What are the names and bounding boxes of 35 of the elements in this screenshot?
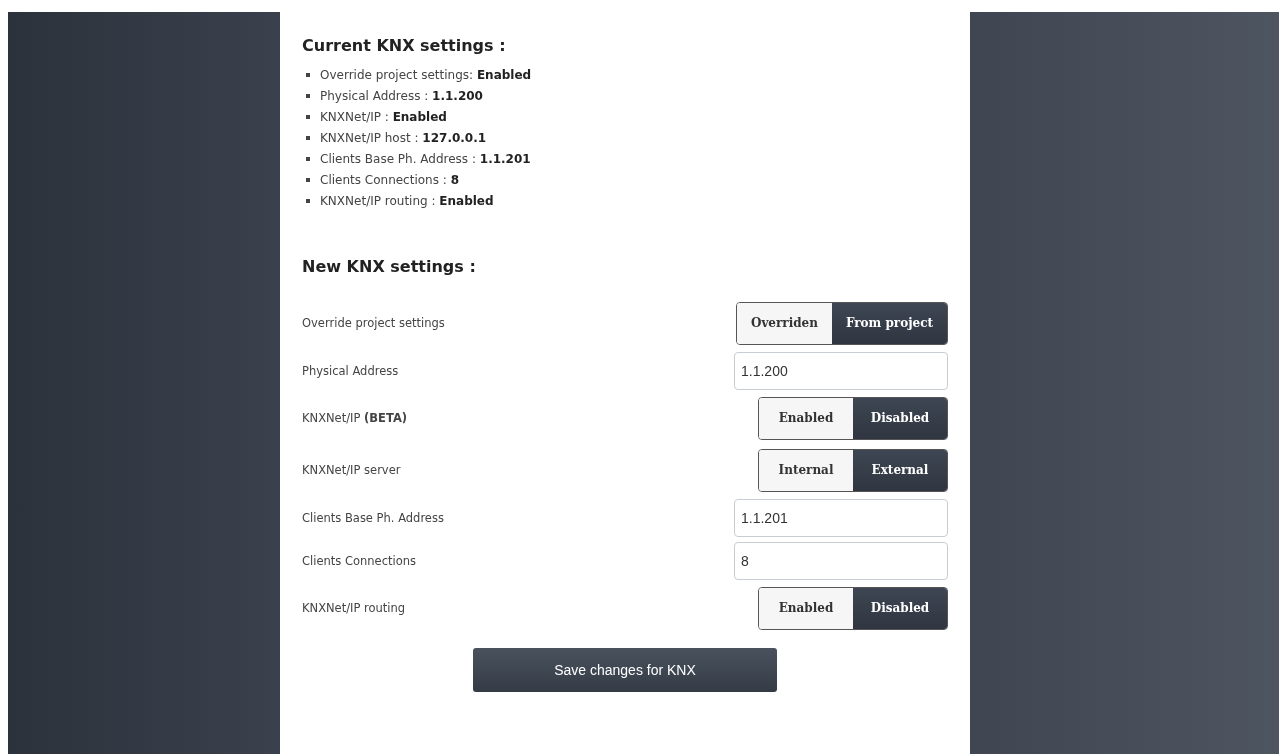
field-label: Clients Connections — [302, 553, 416, 568]
bullet-icon — [306, 114, 310, 119]
bullet-icon — [306, 135, 310, 140]
toggle-option[interactable]: Enabled — [759, 397, 853, 439]
toggle-option[interactable]: Internal — [759, 449, 853, 491]
setting-text: KNXNet/IP : Enabled — [320, 109, 447, 124]
setting-text: Physical Address : 1.1.200 — [320, 88, 483, 103]
setting-text: Clients Base Ph. Address : 1.1.201 — [320, 151, 531, 166]
toggle-option[interactable]: Disabled — [853, 397, 947, 439]
bullet-icon — [306, 93, 310, 98]
setting-text: Clients Connections : 8 — [320, 172, 459, 187]
input-field[interactable]: 1.1.200 — [734, 351, 948, 390]
setting-text: KNXNet/IP routing : Enabled — [320, 193, 494, 208]
input-field[interactable]: 8 — [734, 541, 948, 580]
setting-text: KNXNet/IP host : 127.0.0.1 — [320, 130, 487, 145]
bullet-icon — [306, 177, 310, 182]
toggle-option[interactable]: External — [853, 449, 947, 491]
save-button[interactable]: Save changes for KNX — [473, 648, 777, 692]
field-label: Override project settings — [302, 316, 445, 330]
field-label: Physical Address — [302, 363, 399, 378]
section-heading: New KNX settings : — [302, 257, 477, 278]
bullet-icon — [306, 198, 310, 203]
toggle-option[interactable]: Disabled — [853, 587, 947, 629]
bullet-icon — [306, 72, 310, 77]
section-heading: Current KNX settings : — [302, 36, 507, 57]
field-label: KNXNet/IP (BETA) — [302, 411, 408, 425]
input-field[interactable]: 1.1.201 — [734, 498, 948, 537]
field-label: KNXNet/IP routing — [302, 601, 406, 615]
toggle-option[interactable]: Overriden — [736, 302, 832, 344]
toggle-option[interactable]: From project — [831, 302, 947, 344]
field-label: KNXNet/IP server — [302, 463, 401, 477]
toggle-option[interactable]: Enabled — [759, 587, 853, 629]
bullet-icon — [306, 156, 310, 161]
field-label: Clients Base Ph. Address — [302, 510, 444, 525]
setting-text: Override project settings: Enabled — [320, 67, 532, 82]
